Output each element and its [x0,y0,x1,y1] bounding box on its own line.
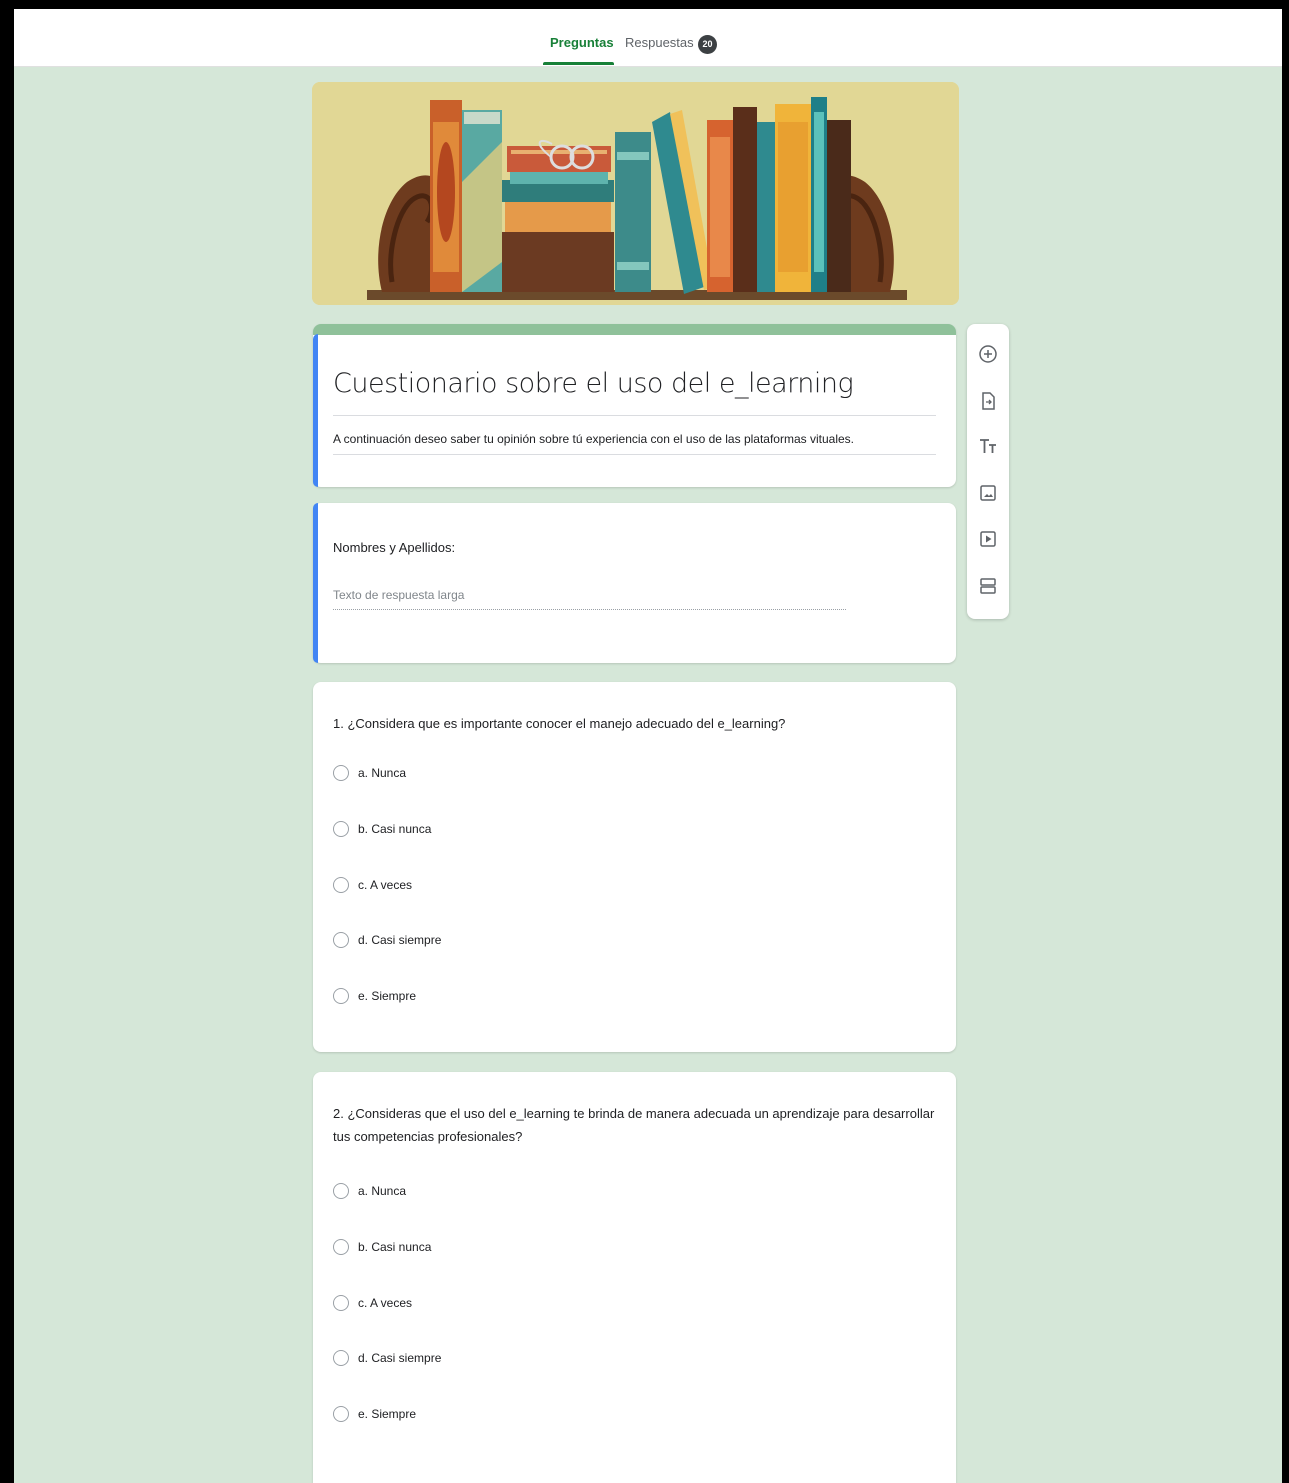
tab-respuestas[interactable]: Respuestas [625,35,694,50]
radio-icon[interactable] [333,932,349,948]
header-banner-image [312,82,959,305]
option-label: d. Casi siempre [358,933,442,947]
add-video-icon[interactable] [978,529,998,549]
description-underline [333,454,936,455]
question-card-2[interactable]: 2. ¿Consideras que el uso del e_learning… [313,1072,956,1483]
radio-icon[interactable] [333,1239,349,1255]
add-question-icon[interactable] [978,344,998,364]
radio-icon[interactable] [333,1183,349,1199]
title-underline [333,415,936,416]
option-label: c. A veces [358,1296,413,1310]
active-tab-indicator [543,62,614,65]
option-label: d. Casi siempre [358,1351,442,1365]
radio-icon[interactable] [333,765,349,781]
radio-icon[interactable] [333,877,349,893]
form-description[interactable]: A continuación deseo saber tu opinión so… [333,432,854,446]
question-card-name[interactable]: Nombres y Apellidos: Texto de respuesta … [313,503,956,663]
radio-icon[interactable] [333,988,349,1004]
option-label: b. Casi nunca [358,822,432,836]
form-title[interactable]: Cuestionario sobre el uso del e_learning [333,368,854,399]
question-label: Nombres y Apellidos: [333,540,456,555]
radio-icon[interactable] [333,821,349,837]
option-label: c. A veces [358,878,413,892]
app-frame: Preguntas Respuestas 20 Cuestionario sob… [14,9,1282,1483]
add-title-icon[interactable] [978,436,998,456]
responses-count-badge: 20 [698,35,717,54]
question-text: 2. ¿Consideras que el uso del e_learning… [333,1106,935,1144]
question-text: 1. ¿Considera que es importante conocer … [333,716,786,731]
option-label: b. Casi nunca [358,1240,432,1254]
option-label: a. Nunca [358,766,407,780]
option-label: a. Nunca [358,1184,407,1198]
active-card-indicator [313,503,318,663]
radio-icon[interactable] [333,1406,349,1422]
answer-line [333,609,846,610]
option-label: e. Siempre [358,989,417,1003]
add-image-icon[interactable] [978,483,998,503]
active-card-indicator [313,334,318,487]
top-bar: Preguntas Respuestas 20 [14,9,1282,67]
import-questions-icon[interactable] [978,391,998,411]
floating-toolbar [967,324,1009,619]
tab-preguntas[interactable]: Preguntas [550,35,614,50]
question-card-1[interactable]: 1. ¿Considera que es importante conocer … [313,682,956,1052]
add-section-icon[interactable] [978,576,998,596]
books-illustration [312,82,959,305]
form-header-card[interactable]: Cuestionario sobre el uso del e_learning… [313,324,956,487]
radio-icon[interactable] [333,1350,349,1366]
radio-icon[interactable] [333,1295,349,1311]
option-label: e. Siempre [358,1407,417,1421]
long-answer-placeholder: Texto de respuesta larga [333,588,465,602]
